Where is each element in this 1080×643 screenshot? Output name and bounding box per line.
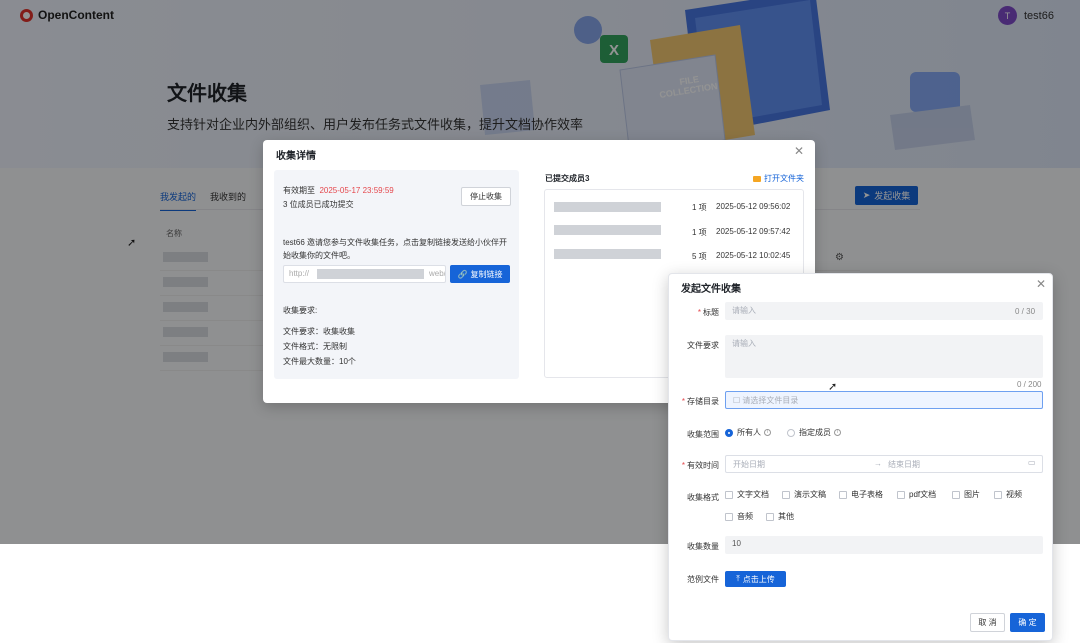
format-label: 收集格式 [687, 493, 719, 502]
quantity-label: 收集数量 [687, 542, 719, 551]
member-name-redacted [554, 249, 661, 259]
invite-text-line2: 始收集你的文件吧。 [283, 251, 355, 260]
checkbox-icon [897, 490, 905, 499]
dialog-title: 发起文件收集 [681, 284, 741, 295]
stop-collection-button[interactable]: 停止收集 [461, 187, 511, 206]
link-suffix: web/c [429, 269, 446, 278]
redacted-link [317, 269, 424, 279]
format-label-text: 视频 [1006, 490, 1022, 499]
format-checkbox[interactable]: 其他 [766, 511, 794, 522]
deadline-value: 2025-05-17 23:59:59 [319, 186, 394, 195]
upload-button[interactable]: ⤒ 点击上传 [725, 571, 786, 587]
scope-label: 收集范围 [687, 430, 719, 439]
format-checkbox[interactable]: 演示文稿 [782, 489, 826, 500]
format-checkbox[interactable]: 文字文档 [725, 489, 769, 500]
info-icon: i [834, 429, 841, 437]
title-label: * 标题 [697, 308, 719, 317]
directory-placeholder: 请选择文件目录 [742, 396, 799, 405]
radio-unchecked-icon [787, 428, 795, 437]
radio-checked-icon [725, 428, 733, 437]
requirement-max: 文件最大数量：10个 [283, 357, 356, 366]
requirements-title: 收集要求: [283, 306, 318, 315]
submission-count: 5 项 [692, 252, 707, 261]
start-date-placeholder: 开始日期 [733, 460, 765, 469]
folder-icon [753, 175, 761, 182]
format-label-text: 演示文稿 [794, 490, 826, 499]
submission-count: 1 项 [692, 228, 707, 237]
scope-members-radio[interactable]: 指定成员 i [787, 427, 841, 438]
format-label-text: 其他 [778, 512, 794, 521]
checkbox-icon [725, 490, 733, 499]
member-name-redacted [554, 202, 661, 212]
folder-outline-icon: ☐ [733, 396, 741, 405]
format-label-text: pdf文档 [909, 490, 937, 499]
directory-label: * 存储目录 [681, 397, 719, 406]
requirement-counter: 0 / 200 [1017, 380, 1042, 389]
format-label-text: 文字文档 [737, 490, 769, 499]
page: OpenContent T test66 X FILE COLLECTION 文… [0, 0, 1080, 643]
copy-link-button[interactable]: 🔗 复制链接 [450, 265, 510, 283]
close-icon[interactable]: ✕ [794, 145, 804, 157]
title-counter: 0 / 30 [1015, 307, 1036, 316]
info-icon: i [764, 429, 771, 437]
upload-label: 点击上传 [742, 574, 775, 584]
calendar-icon: ▭ [1028, 458, 1036, 467]
format-checkbox[interactable]: 视频 [994, 489, 1022, 500]
deadline-row: 有效期至 2025-05-17 23:59:59 [283, 185, 394, 196]
submitted-members-title: 已提交成员3 [545, 174, 590, 183]
arrow-right-icon: → [874, 459, 882, 468]
submission-time: 2025-05-12 10:02:45 [716, 251, 791, 260]
format-checkbox[interactable]: 电子表格 [839, 489, 883, 500]
mouse-cursor-icon: ➚ [828, 381, 838, 393]
checkbox-icon [782, 490, 790, 499]
dialog-title: 收集详情 [276, 151, 316, 162]
invite-text-line1: test66 邀请您参与文件收集任务，点击复制链接发送给小伙伴开 [283, 238, 508, 247]
submission-time: 2025-05-12 09:57:42 [716, 227, 791, 236]
member-name-redacted [554, 225, 661, 235]
checkbox-icon [725, 512, 733, 521]
scope-all-label: 所有人 [737, 428, 761, 437]
format-label-text: 音频 [737, 512, 753, 521]
format-checkbox[interactable]: pdf文档 [897, 489, 936, 500]
requirement-format: 文件格式：无限制 [283, 342, 347, 351]
open-folder-link[interactable]: 打开文件夹 [753, 173, 804, 184]
checkbox-icon [994, 490, 1002, 499]
close-icon[interactable]: ✕ [1036, 278, 1046, 290]
quantity-input[interactable]: 10 [725, 536, 1043, 554]
scope-members-label: 指定成员 [799, 428, 831, 437]
end-date-placeholder: 结束日期 [888, 460, 920, 469]
submission-time: 2025-05-12 09:56:02 [716, 202, 791, 211]
start-collection-dialog: 发起文件收集 ✕ * 标题 请输入 0 / 30 文件要求 请输入 0 / 200… [668, 273, 1053, 641]
format-label-text: 图片 [964, 490, 980, 499]
date-range-picker[interactable]: 开始日期 → 结束日期 ▭ [725, 455, 1043, 473]
directory-select[interactable]: ☐ 请选择文件目录 [725, 391, 1043, 409]
link-prefix: http:// [289, 269, 310, 278]
collection-info-panel: 有效期至 2025-05-17 23:59:59 3 位成员已成功提交 停止收集… [274, 170, 519, 379]
checkbox-icon [839, 490, 847, 499]
time-label: * 有效时间 [681, 461, 719, 470]
confirm-button[interactable]: 确 定 [1010, 613, 1045, 632]
link-icon: 🔗 [457, 269, 468, 279]
sample-file-label: 范例文件 [687, 575, 719, 584]
checkbox-icon [766, 512, 774, 521]
checkbox-icon [952, 490, 960, 499]
copy-link-label: 复制链接 [470, 269, 503, 279]
format-checkbox[interactable]: 图片 [952, 489, 980, 500]
title-input[interactable]: 请输入 [725, 302, 1043, 320]
scope-all-radio[interactable]: 所有人 i [725, 427, 771, 438]
submitted-summary: 3 位成员已成功提交 [283, 200, 354, 209]
requirement-file: 文件要求：收集收集 [283, 327, 355, 336]
requirement-label: 文件要求 [687, 341, 719, 350]
format-checkbox[interactable]: 音频 [725, 511, 753, 522]
format-label-text: 电子表格 [851, 490, 883, 499]
deadline-label: 有效期至 [283, 186, 315, 195]
cancel-button[interactable]: 取 消 [970, 613, 1005, 632]
open-folder-label: 打开文件夹 [764, 174, 804, 183]
upload-icon: ⤒ [736, 574, 740, 583]
requirement-textarea[interactable]: 请输入 [725, 335, 1043, 378]
submission-count: 1 项 [692, 203, 707, 212]
